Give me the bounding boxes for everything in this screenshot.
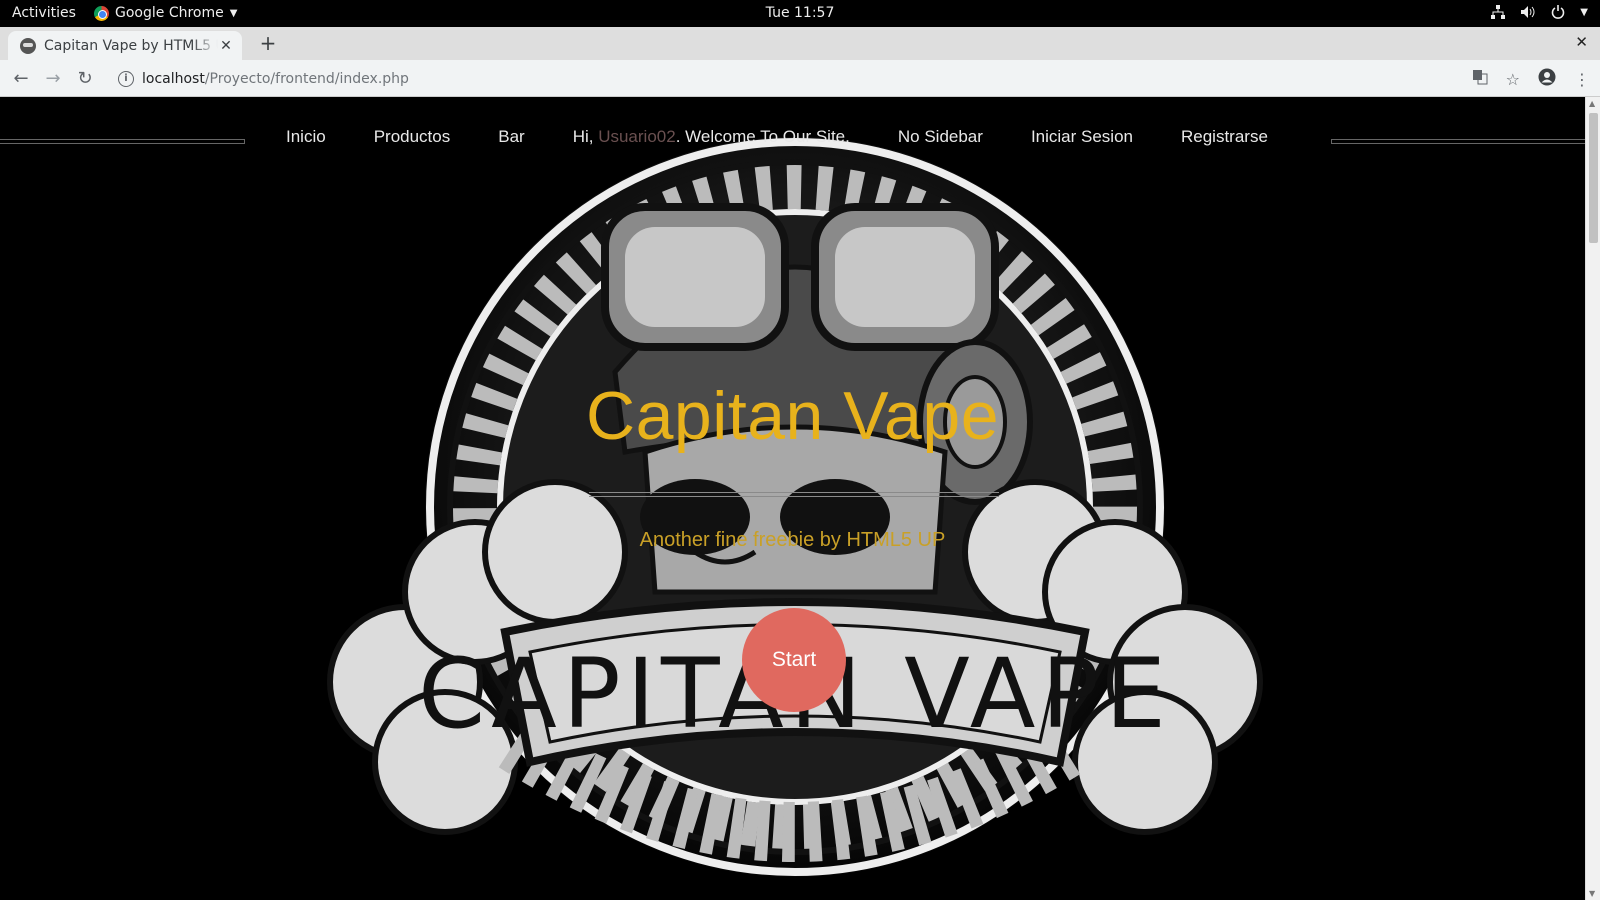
app-menu[interactable]: Google Chrome ▼ (94, 5, 237, 21)
captain-emblem-image: CAPITAN VAPE (327, 137, 1263, 877)
scroll-up-icon[interactable]: ▲ (1589, 99, 1595, 108)
banner-title: Capitan Vape (585, 378, 1000, 454)
scrollbar-thumb[interactable] (1589, 113, 1598, 243)
activities-button[interactable]: Activities (12, 5, 76, 21)
system-tray[interactable]: ▼ (1490, 4, 1588, 20)
site-favicon-icon (20, 37, 36, 54)
url-host: localhost (142, 70, 205, 87)
clock[interactable]: Tue 11:57 (0, 5, 1600, 21)
address-bar[interactable]: i localhost/Proyecto/frontend/index.php (108, 64, 1468, 93)
page-scrollbar[interactable]: ▲ ▼ (1585, 97, 1600, 900)
chrome-icon (94, 5, 109, 21)
site-nav: Inicio Productos Bar Hi, Usuario02. Welc… (0, 127, 1585, 157)
url-path: /Proyecto/frontend/index.php (204, 70, 409, 87)
back-icon[interactable]: ← (10, 68, 32, 90)
scroll-down-icon[interactable]: ▼ (1589, 889, 1595, 898)
new-tab-button[interactable]: + (256, 31, 280, 55)
start-button[interactable]: Start (742, 608, 846, 712)
tab-title: Capitan Vape by HTML5 UP (44, 37, 218, 54)
nav-item-productos[interactable]: Productos (374, 127, 451, 147)
chevron-down-icon: ▼ (229, 7, 238, 19)
banner-subtitle: Another fine freebie by HTML5 UP (639, 529, 946, 551)
browser-toolbar: ← → ↻ i localhost/Proyecto/frontend/inde… (0, 60, 1600, 97)
nav-right-rule (1331, 139, 1585, 144)
menu-kebab-icon[interactable]: ⋮ (1574, 70, 1590, 89)
nav-item-iniciar-sesion[interactable]: Iniciar Sesion (1031, 127, 1133, 147)
nav-menu: Inicio Productos Bar Hi, Usuario02. Welc… (262, 127, 1292, 147)
browser-tab[interactable]: Capitan Vape by HTML5 UP ✕ (8, 31, 242, 60)
translate-icon[interactable] (1472, 69, 1488, 89)
app-menu-label: Google Chrome (115, 5, 224, 21)
close-tab-icon[interactable]: ✕ (218, 38, 234, 54)
username[interactable]: Usuario02 (598, 127, 676, 146)
close-window-icon[interactable]: ✕ (1575, 33, 1588, 51)
site-info-icon[interactable]: i (118, 70, 134, 87)
nav-greeting: Hi, Usuario02. Welcome To Our Site. (573, 127, 850, 147)
profile-avatar-icon[interactable] (1538, 68, 1556, 90)
nav-item-no-sidebar[interactable]: No Sidebar (898, 127, 983, 147)
power-icon (1550, 4, 1566, 20)
forward-icon[interactable]: → (42, 68, 64, 90)
bookmark-star-icon[interactable]: ☆ (1506, 70, 1520, 89)
page-viewport: CAPITAN VAPE Inicio Productos Bar Hi, Us… (0, 97, 1585, 900)
greeting-prefix: Hi, (572, 127, 599, 146)
network-icon (1490, 4, 1506, 20)
nav-left-rule (0, 139, 245, 144)
volume-icon (1520, 4, 1536, 20)
tab-strip: Capitan Vape by HTML5 UP ✕ (0, 27, 1600, 60)
reload-icon[interactable]: ↻ (74, 68, 96, 90)
toolbar-actions: ☆ ⋮ (1472, 68, 1590, 90)
nav-item-bar[interactable]: Bar (498, 127, 524, 147)
system-top-bar: Activities Google Chrome ▼ Tue 11:57 ▼ (0, 0, 1600, 27)
nav-item-registrarse[interactable]: Registrarse (1181, 127, 1268, 147)
nav-item-inicio[interactable]: Inicio (286, 127, 326, 147)
banner-divider (589, 492, 999, 497)
greeting-suffix: . Welcome To Our Site. (675, 127, 850, 146)
chevron-down-icon: ▼ (1580, 6, 1588, 18)
